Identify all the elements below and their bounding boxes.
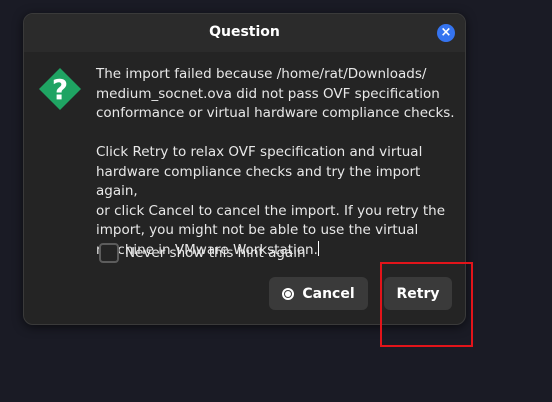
radio-icon [282,287,295,300]
message-paragraph-1: The import failed because /home/rat/Down… [96,66,455,121]
question-icon: ? [38,67,82,111]
cancel-button-label: Cancel [302,285,355,302]
hint-checkbox-row[interactable]: Never show this hint again [99,243,306,263]
cancel-button[interactable]: Cancel [269,277,368,310]
never-show-label[interactable]: Never show this hint again [125,245,306,261]
question-glyph: ? [52,73,68,106]
retry-highlight-box [380,262,473,347]
text-caret [317,240,319,256]
dialog-title: Question [209,24,280,40]
never-show-checkbox[interactable] [99,243,119,263]
dialog-message: The import failed because /home/rat/Down… [96,65,456,260]
message-paragraph-2: Click Retry to relax OVF specification a… [96,144,446,258]
dialog-titlebar: Question × [24,14,465,52]
close-button[interactable]: × [437,24,455,42]
